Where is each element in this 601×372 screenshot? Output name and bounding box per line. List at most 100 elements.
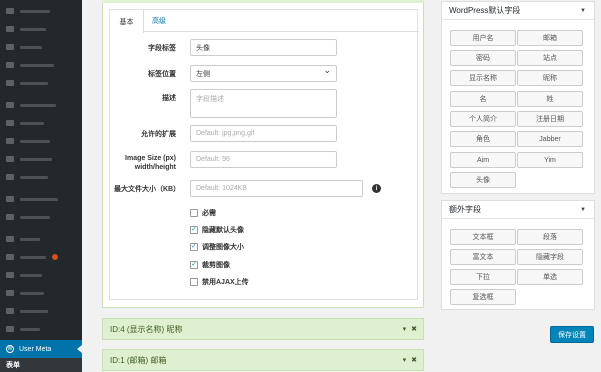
field-button-first-name[interactable]: 名 — [450, 91, 516, 107]
sidebar-item[interactable] — [0, 192, 82, 206]
toggle-arrow-icon[interactable]: ▾ — [403, 325, 407, 333]
field-button-aim[interactable]: Aim — [450, 152, 516, 168]
sidebar-item-label: User Meta — [19, 345, 52, 353]
field-button-yim[interactable]: Yim — [517, 152, 583, 168]
collapse-arrow-icon[interactable]: ▼ — [580, 8, 586, 14]
field-button-email[interactable]: 邮箱 — [517, 30, 583, 46]
sidebar-item[interactable] — [0, 116, 82, 130]
menu-icon — [6, 214, 14, 220]
checkbox-label: 禁用AJAX上传 — [202, 279, 249, 286]
sidebar-item[interactable] — [0, 134, 82, 148]
field-button-checkbox[interactable]: 复选框 — [450, 289, 516, 305]
sidebar-item[interactable] — [0, 76, 82, 90]
wordpress-icon: W — [6, 345, 14, 353]
menu-icon — [6, 308, 14, 314]
field-editor-box: 基本 高级 字段标签 头像 标签位置 左侧 描述 字段描述 允许的扩展 Defa… — [102, 0, 424, 308]
allowed-ext-input[interactable]: Default: jpg,png,gif — [190, 125, 337, 142]
field-button-password[interactable]: 密码 — [450, 50, 516, 66]
image-size-input[interactable]: Default: 96 — [190, 151, 337, 168]
sidebar-item[interactable] — [0, 4, 82, 18]
description-textarea[interactable]: 字段描述 — [190, 89, 337, 118]
sidebar-item-user-meta[interactable]: W User Meta — [0, 340, 82, 358]
label-position-label: 标签位置 — [148, 71, 176, 78]
save-settings-button[interactable]: 保存设置 — [550, 326, 594, 343]
menu-icon — [6, 80, 14, 86]
field-button-radio[interactable]: 单选 — [517, 269, 583, 285]
menu-icon — [6, 326, 14, 332]
sidebar-item[interactable] — [0, 232, 82, 246]
admin-sidebar: W User Meta 表单 — [0, 0, 82, 372]
sidebar-item[interactable] — [0, 250, 82, 264]
checkbox-box[interactable]: ✓ — [190, 261, 198, 269]
menu-icon — [6, 102, 14, 108]
field-editor-inner: 基本 高级 字段标签 头像 标签位置 左侧 描述 字段描述 允许的扩展 Defa… — [109, 9, 419, 300]
sidebar-item[interactable] — [0, 210, 82, 224]
sidebar-item[interactable] — [0, 268, 82, 282]
sidebar-item[interactable] — [0, 322, 82, 336]
sidebar-subitem-forms[interactable]: 表单 — [0, 358, 82, 372]
checkbox-box[interactable] — [190, 209, 198, 217]
field-button-avatar[interactable]: 头像 — [450, 172, 516, 188]
field-button-jabber[interactable]: Jabber — [517, 131, 583, 147]
menu-icon — [6, 236, 14, 242]
info-icon[interactable]: i — [372, 184, 381, 193]
menu-icon — [6, 196, 14, 202]
collapsed-field-display-name[interactable]: ID:4 (显示名称) 昵称 ▾ ✖ — [102, 318, 424, 340]
field-button-role[interactable]: 角色 — [450, 131, 516, 147]
tab-advanced[interactable]: 高级 — [144, 10, 174, 32]
panel-header[interactable]: 额外字段 ▼ — [442, 201, 594, 219]
menu-icon — [6, 290, 14, 296]
sidebar-item[interactable] — [0, 304, 82, 318]
checkbox-crop-image[interactable]: ✓ 裁剪图像 — [190, 260, 230, 270]
checkbox-box[interactable]: ✓ — [190, 226, 198, 234]
description-label: 描述 — [162, 95, 176, 102]
panel-header[interactable]: WordPress默认字段 ▼ — [442, 2, 594, 20]
collapsed-field-email[interactable]: ID:1 (邮箱) 邮箱 ▾ ✖ — [102, 349, 424, 371]
field-label-input[interactable]: 头像 — [190, 39, 337, 56]
field-button-nickname[interactable]: 昵称 — [517, 70, 583, 86]
field-button-registered-date[interactable]: 注册日期 — [517, 111, 583, 127]
sidebar-item[interactable] — [0, 98, 82, 112]
menu-icon — [6, 62, 14, 68]
checkbox-box[interactable] — [190, 278, 198, 286]
checkbox-label: 隐藏默认头像 — [202, 227, 244, 234]
field-button-paragraph[interactable]: 段落 — [517, 229, 583, 245]
toggle-arrow-icon[interactable]: ▾ — [403, 356, 407, 364]
checkbox-disable-ajax-upload[interactable]: 禁用AJAX上传 — [190, 277, 249, 287]
sidebar-item[interactable] — [0, 286, 82, 300]
image-size-label: Image Size (px) width/height — [110, 154, 176, 172]
max-size-input[interactable]: Default: 1024KB — [190, 180, 363, 197]
checkbox-box[interactable]: ✓ — [190, 243, 198, 251]
field-button-textbox[interactable]: 文本框 — [450, 229, 516, 245]
collapsed-field-title: ID:4 (显示名称) 昵称 — [110, 324, 183, 334]
menu-icon — [6, 26, 14, 32]
checkbox-hide-default-avatar[interactable]: ✓ 隐藏默认头像 — [190, 225, 244, 235]
collapse-arrow-icon[interactable]: ▼ — [580, 207, 586, 213]
field-button-last-name[interactable]: 姓 — [517, 91, 583, 107]
field-button-display-name[interactable]: 显示名称 — [450, 70, 516, 86]
sidebar-item[interactable] — [0, 22, 82, 36]
panel-title: 额外字段 — [449, 205, 481, 214]
sidebar-item[interactable] — [0, 58, 82, 72]
menu-icon — [6, 8, 14, 14]
checkbox-required[interactable]: 必需 — [190, 208, 216, 218]
sidebar-item[interactable] — [0, 170, 82, 184]
field-button-site[interactable]: 站点 — [517, 50, 583, 66]
field-button-bio[interactable]: 个人简介 — [450, 111, 516, 127]
field-tabs: 基本 高级 — [110, 10, 419, 33]
label-position-select[interactable]: 左侧 — [190, 65, 337, 82]
field-button-hidden-field[interactable]: 隐藏字段 — [517, 249, 583, 265]
sidebar-item[interactable] — [0, 152, 82, 166]
field-button-dropdown[interactable]: 下拉 — [450, 269, 516, 285]
checkbox-label: 调整图像大小 — [202, 244, 244, 251]
checkbox-resize-image[interactable]: ✓ 调整图像大小 — [190, 242, 244, 252]
tab-basic[interactable]: 基本 — [110, 10, 144, 33]
checkbox-label: 裁剪图像 — [202, 262, 230, 269]
field-button-username[interactable]: 用户名 — [450, 30, 516, 46]
close-icon[interactable]: ✖ — [411, 325, 417, 333]
field-button-rich-text[interactable]: 富文本 — [450, 249, 516, 265]
close-icon[interactable]: ✖ — [411, 356, 417, 364]
sidebar-item[interactable] — [0, 40, 82, 54]
image-size-label-line1: Image Size (px) — [125, 155, 176, 162]
label-position-value: 左侧 — [196, 70, 210, 78]
